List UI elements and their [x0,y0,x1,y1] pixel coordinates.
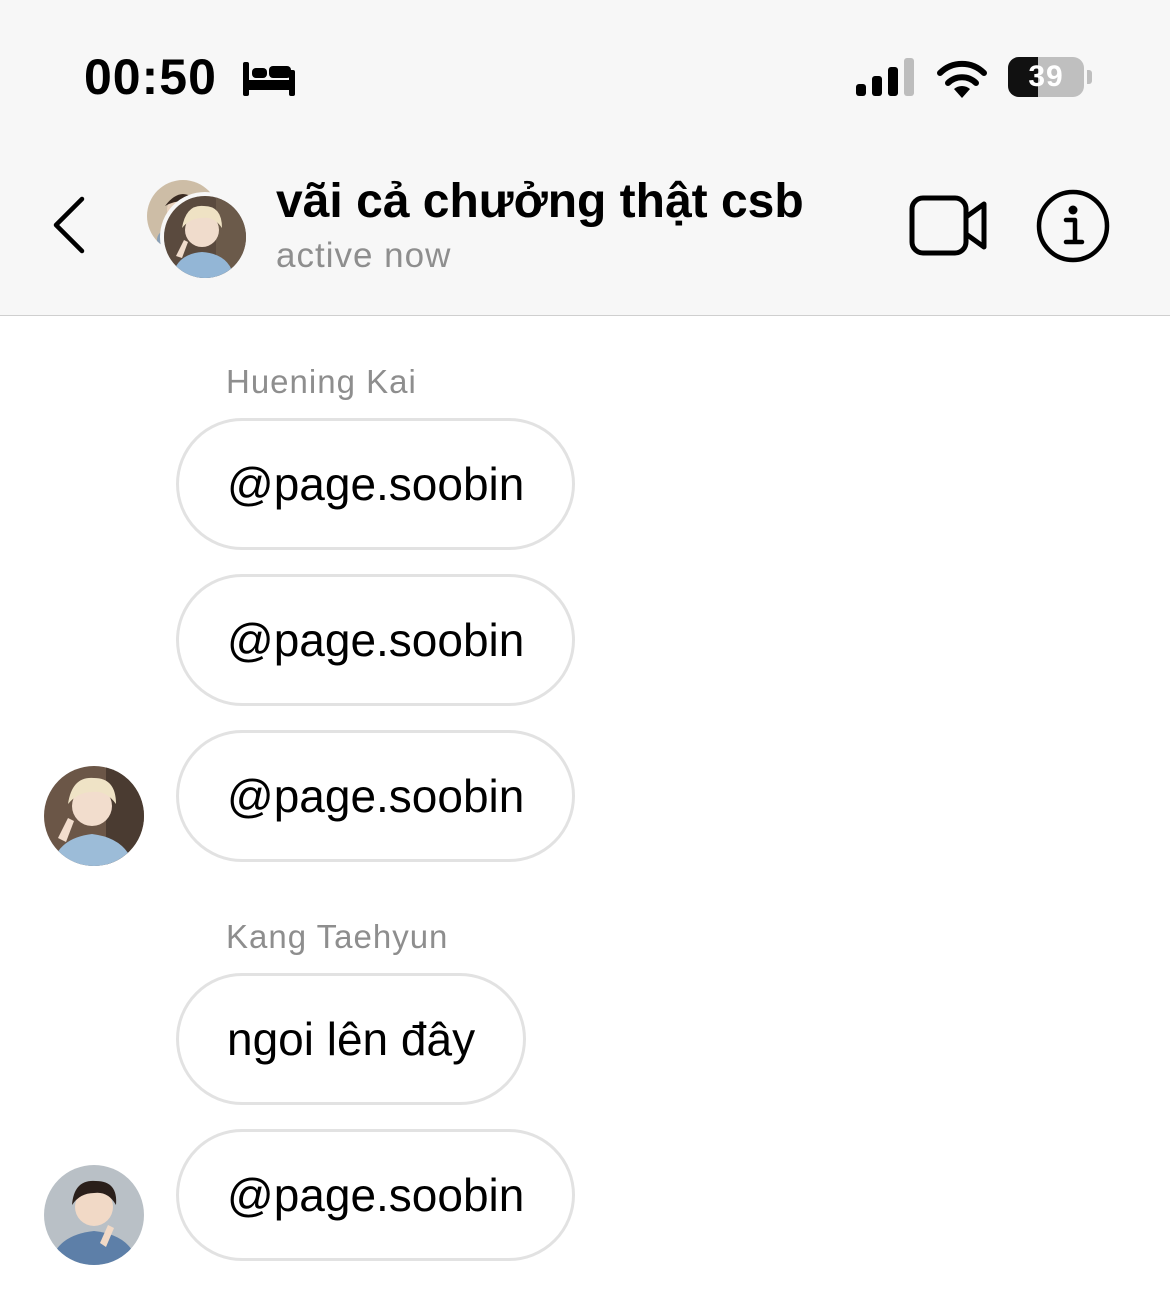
message-bubble[interactable]: @page.soobin [176,730,576,862]
cellular-signal-icon [856,58,914,96]
battery-indicator: 39 [1008,57,1084,97]
bed-icon [243,62,295,96]
avatar-huening-kai[interactable] [44,766,144,866]
battery-cap [1087,70,1092,84]
message-bubble[interactable]: @page.soobin [176,418,576,550]
message-bubble[interactable]: @page.soobin [176,574,576,706]
wifi-icon [937,60,987,98]
message-bubble[interactable]: @page.soobin [176,1129,576,1261]
chevron-left-icon[interactable] [50,195,90,255]
sender-name: Kang Taehyun [226,918,449,955]
top-bar: 00:50 39 vãi cả chưởng thật csb active n… [0,0,1170,316]
status-time: 00:50 [84,49,217,105]
video-camera-icon[interactable] [909,195,989,257]
active-status: active now [276,236,452,275]
group-avatar-front[interactable] [160,192,250,282]
message-bubble[interactable]: ngoi lên đây [176,973,527,1105]
info-icon[interactable] [1035,188,1111,264]
avatar-kang-taehyun[interactable] [44,1165,144,1265]
battery-level: 39 [1028,60,1064,93]
chat-title[interactable]: vãi cả chưởng thật csb [276,174,804,229]
sender-name: Huening Kai [226,363,417,400]
